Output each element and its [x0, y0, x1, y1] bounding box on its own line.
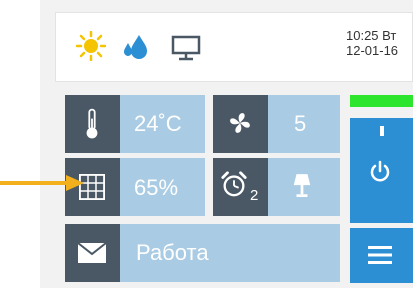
mode-tile[interactable]: Работа [120, 224, 340, 282]
mail-tile[interactable] [65, 224, 120, 282]
mail-icon [77, 242, 107, 263]
thermometer-tile[interactable] [65, 95, 120, 153]
alarm-count: 2 [250, 187, 259, 204]
clock-display: 10:25 Вт 12-01-16 [346, 28, 413, 58]
temperature-value: 24˚C [134, 111, 182, 136]
status-indicator [350, 95, 413, 107]
mode-label: Работа [136, 240, 209, 265]
alarm-clock-icon [221, 171, 247, 197]
sun-icon[interactable] [76, 31, 106, 61]
menu-button[interactable] [350, 228, 413, 283]
top-status-bar: 10:25 Вт 12-01-16 [55, 12, 413, 82]
fan-speed-value: 5 [294, 111, 307, 136]
lamp-icon [293, 174, 311, 197]
annotation-arrow [0, 181, 70, 185]
thermometer-icon [86, 108, 98, 139]
fan-tile[interactable] [213, 95, 268, 153]
power-button[interactable] [350, 118, 413, 223]
alarm-tile[interactable]: 2 [213, 158, 268, 216]
menu-icon [368, 246, 392, 264]
water-drop-icon[interactable] [122, 33, 148, 61]
fan-icon [230, 113, 250, 133]
monitor-icon[interactable] [171, 35, 201, 61]
thermostat-screen: 10:25 Вт 12-01-16 24˚C 5 65% 2 Работа [0, 0, 413, 288]
temperature-tile[interactable]: 24˚C [120, 95, 205, 153]
arrow-head-icon [66, 175, 84, 191]
time-text: 10:25 Вт [346, 28, 397, 43]
date-text: 12-01-16 [346, 43, 399, 58]
humidity-value: 65% [134, 175, 179, 200]
humidity-tile[interactable]: 65% [120, 158, 205, 216]
slider-mark [380, 126, 384, 136]
lamp-tile[interactable] [268, 158, 340, 216]
fan-speed-tile[interactable]: 5 [268, 95, 340, 153]
power-icon [370, 160, 390, 182]
